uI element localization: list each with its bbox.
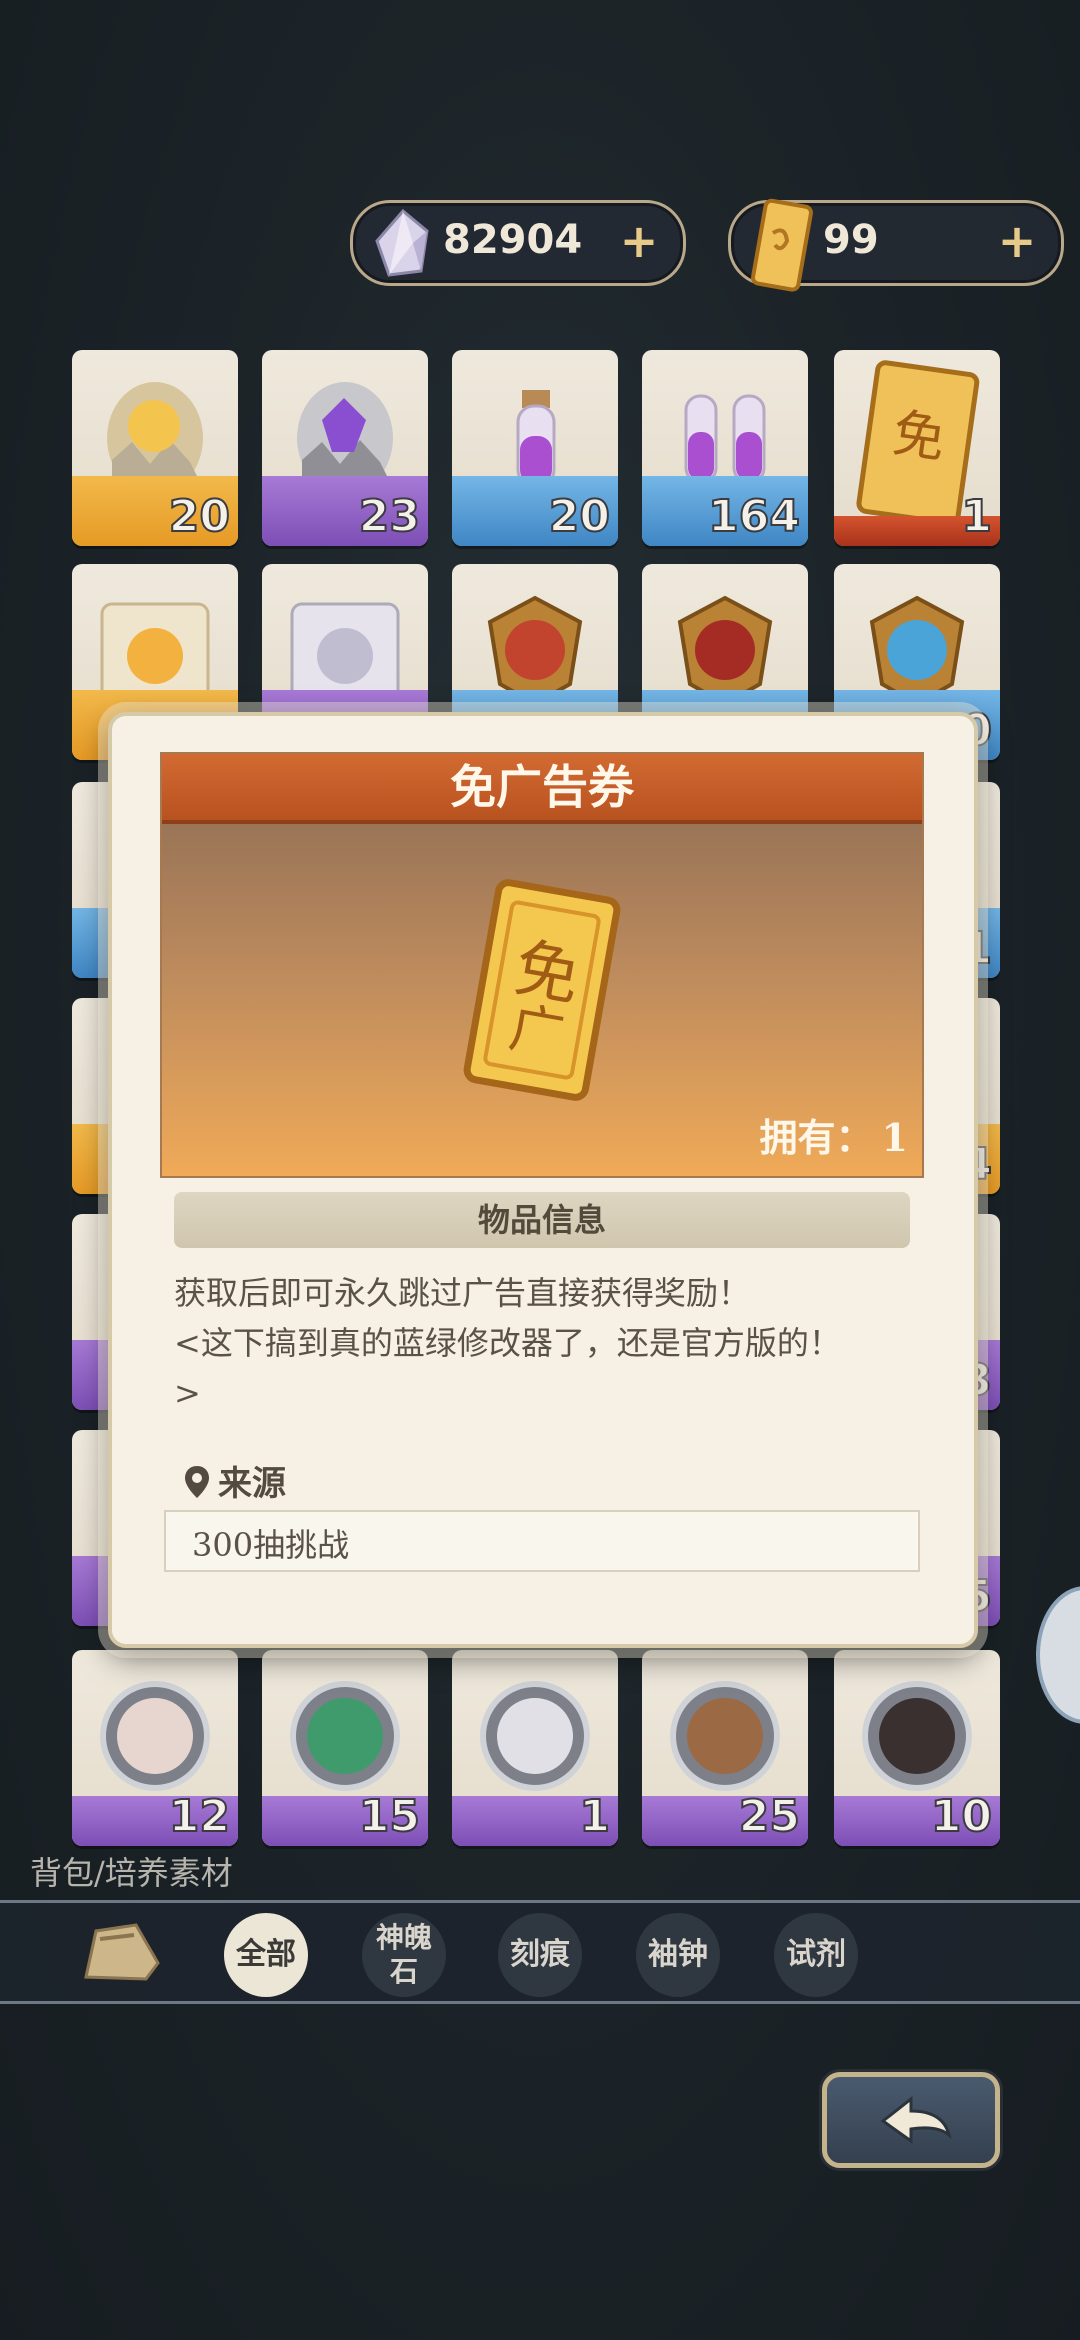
inventory-slot[interactable]: 23 xyxy=(262,350,428,546)
svg-text:广: 广 xyxy=(505,996,569,1067)
ticket-add-button[interactable]: + xyxy=(993,217,1041,265)
source-entry[interactable]: 300抽挑战 xyxy=(164,1510,920,1572)
backpack-icon xyxy=(84,1923,160,1981)
location-pin-icon xyxy=(185,1466,209,1498)
item-count: 25 xyxy=(738,1790,801,1843)
description-line: <这下搞到真的蓝绿修改器了，还是官方版的！ xyxy=(174,1324,841,1362)
inventory-slot[interactable]: 25 xyxy=(642,1650,808,1846)
back-arrow-icon xyxy=(880,2095,952,2144)
inventory-slot[interactable]: 20 xyxy=(72,350,238,546)
tab-sleeve-bell[interactable]: 袖钟 xyxy=(636,1913,720,1997)
tab-soul-stone[interactable]: 神魄石 xyxy=(362,1913,446,1997)
tab-reagent[interactable]: 试剂 xyxy=(774,1913,858,1997)
item-info-header: 物品信息 xyxy=(174,1192,910,1248)
crystal-currency: 82904 + xyxy=(350,200,686,286)
item-count: 23 xyxy=(358,490,421,543)
owned-label: 拥有： xyxy=(759,1115,874,1160)
inventory-slot[interactable]: 12 xyxy=(72,1650,238,1846)
item-count: 1 xyxy=(578,1790,611,1843)
item-description: 获取后即可永久跳过广告直接获得奖励！ <这下搞到真的蓝绿修改器了，还是官方版的！… xyxy=(174,1268,914,1418)
owned-value: 1 xyxy=(881,1115,908,1160)
modal-title: 免广告券 xyxy=(162,754,922,824)
description-line: 获取后即可永久跳过广告直接获得奖励！ xyxy=(174,1274,751,1312)
inventory-slot-selected[interactable]: 免 1 xyxy=(834,350,1000,546)
inventory-slot[interactable]: 15 xyxy=(262,1650,428,1846)
inventory-slot[interactable]: 164 xyxy=(642,350,808,546)
crystal-add-button[interactable]: + xyxy=(615,217,663,265)
description-line: > xyxy=(174,1374,201,1412)
item-preview-panel: 免广告券 免 广 拥有： 1 xyxy=(160,752,924,1178)
source-value: 300抽挑战 xyxy=(192,1526,350,1564)
ad-free-ticket-icon: 免 广 xyxy=(463,879,621,1101)
source-label: 来源 xyxy=(218,1464,286,1504)
crystal-icon xyxy=(375,208,429,277)
crystal-amount: 82904 xyxy=(443,217,583,263)
ticket-amount: 99 xyxy=(823,217,879,263)
ticket-icon xyxy=(750,198,813,292)
inventory-slot[interactable]: 10 xyxy=(834,1650,1000,1846)
tab-engraving[interactable]: 刻痕 xyxy=(498,1913,582,1997)
item-count: 1 xyxy=(960,490,993,543)
inventory-slot[interactable]: 20 xyxy=(452,350,618,546)
svg-text:免: 免 xyxy=(889,404,949,471)
item-count: 20 xyxy=(548,490,611,543)
item-count: 12 xyxy=(168,1790,231,1843)
inventory-slot[interactable]: 1 xyxy=(452,1650,618,1846)
category-tab-bar: 全部 神魄石 刻痕 袖钟 试剂 xyxy=(0,1900,1080,2004)
back-button[interactable] xyxy=(822,2072,1000,2168)
owned-count: 拥有： 1 xyxy=(760,1107,908,1162)
item-detail-modal[interactable]: 免广告券 免 广 拥有： 1 物品信息 获取后即可永久跳过广告直接获得奖励！ <这… xyxy=(108,712,978,1648)
tab-all[interactable]: 全部 xyxy=(224,1913,308,1997)
item-count: 20 xyxy=(168,490,231,543)
item-count: 15 xyxy=(358,1790,421,1843)
item-count: 164 xyxy=(707,490,801,543)
ticket-currency: 99 + xyxy=(728,198,1064,292)
breadcrumb: 背包/培养素材 xyxy=(30,1854,233,1892)
item-count: 10 xyxy=(930,1790,993,1843)
source-header: 来源 xyxy=(184,1456,286,1505)
